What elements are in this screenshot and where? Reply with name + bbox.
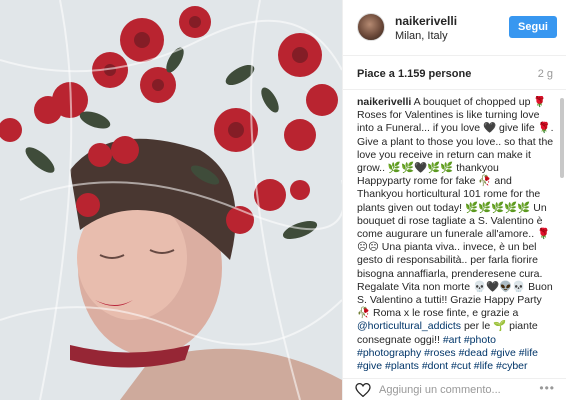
caption-mention[interactable]: @horticultural_addicts [357, 320, 461, 332]
hashtag-link[interactable]: #fashion [394, 373, 434, 374]
post-image-art [0, 0, 342, 400]
location-link[interactable]: Milan, Italy [395, 30, 448, 42]
hashtag-link[interactable]: #dead [459, 347, 488, 359]
hashtag-link[interactable]: #give [491, 347, 516, 359]
caption-username[interactable]: naikerivelli [357, 96, 411, 108]
hashtag-link[interactable]: #product [437, 373, 478, 374]
username-link[interactable]: naikerivelli [395, 14, 457, 28]
hashtag-link[interactable]: #dont [422, 360, 448, 372]
comment-bar: ••• [343, 378, 566, 400]
hashtag-link[interactable]: #plants [385, 360, 419, 372]
hashtag-link[interactable]: #model [357, 373, 391, 374]
post-time[interactable]: 2 g [538, 68, 553, 80]
likes-count[interactable]: Piace a 1.159 persone [357, 68, 471, 80]
avatar[interactable] [357, 13, 385, 41]
heart-icon[interactable] [355, 383, 371, 397]
hashtag-link[interactable]: #photo [464, 334, 496, 346]
caption-text: A bouquet of chopped up 🌹 Roses for Vale… [357, 96, 554, 320]
post-caption: naikerivelli A bouquet of chopped up 🌹 R… [357, 96, 555, 374]
hashtag-link[interactable]: #give [357, 360, 382, 372]
follow-button[interactable]: Segui [509, 16, 557, 38]
hashtag-link[interactable]: #roses [424, 347, 456, 359]
hashtag-link[interactable]: #cut [451, 360, 471, 372]
post-side-panel: naikerivelli Milan, Italy Segui Piace a … [342, 0, 566, 400]
hashtag-link[interactable]: #life [474, 360, 493, 372]
caption-scrollbar[interactable] [560, 98, 564, 178]
hashtag-link[interactable]: #art [443, 334, 461, 346]
post-image[interactable] [0, 0, 342, 400]
hashtag-link[interactable]: #placement [481, 373, 535, 374]
hashtag-link[interactable]: #cyber [496, 360, 528, 372]
post-header: naikerivelli Milan, Italy Segui [343, 0, 566, 56]
comment-input[interactable] [379, 382, 529, 398]
hashtag-link[interactable]: #photography [357, 347, 421, 359]
more-options-icon[interactable]: ••• [539, 381, 555, 395]
likes-row: Piace a 1.159 persone 2 g [343, 56, 566, 90]
hashtag-link[interactable]: #life [519, 347, 538, 359]
